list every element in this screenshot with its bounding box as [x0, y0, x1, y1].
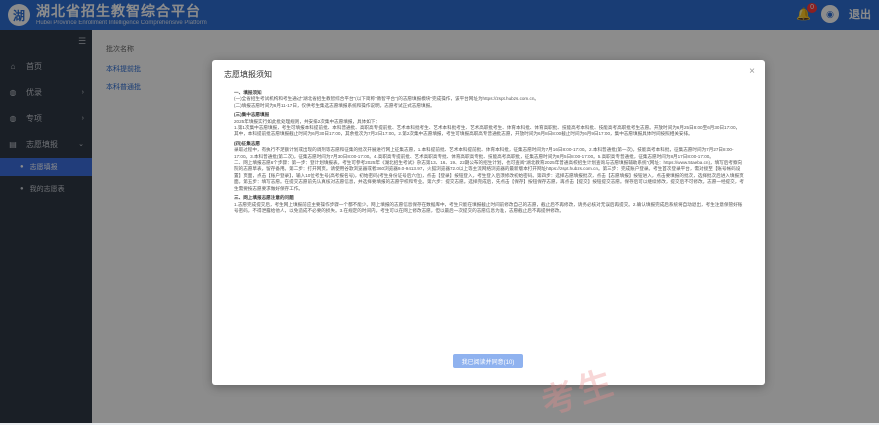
notice-paragraph: 录取过程中，有执行不足额计划或出现的调剂等志愿和征集的批次开展进行网上征集志愿，… — [234, 147, 734, 159]
dialog-title: 志愿填报须知 — [224, 70, 272, 79]
dialog-body: 一、填报须知 (一)全省招生考试机构和考生通过"湖北省招生教智综合平台"(以下简称… — [234, 87, 744, 342]
close-icon[interactable]: × — [749, 66, 755, 77]
notice-paragraph: 1.志愿完成提交后，考生网上填报前应主要操作步骤一个都不能少。网上填报的志愿信息… — [234, 201, 743, 213]
confirm-button[interactable]: 我已阅读并同意(10) — [453, 354, 523, 368]
notice-dialog: 志愿填报须知 × 一、填报须知 (一)全省招生考试机构和考生通过"湖北省招生教智综… — [212, 60, 765, 385]
notice-paragraph: (二)填报志愿时间为6月11-17日，仅供考生集选志愿填报系统和操作说明，志愿考… — [234, 102, 435, 108]
notice-paragraph: 1.第1次集中志愿填报，考生可填报本科提前批、本科普通批、高职高专提前批、艺术本… — [234, 125, 741, 137]
notice-paragraph: 二、网上填报志愿6个步骤：第一步：登计划填报表。考生可参考2025年《湖北招生考… — [234, 160, 744, 191]
